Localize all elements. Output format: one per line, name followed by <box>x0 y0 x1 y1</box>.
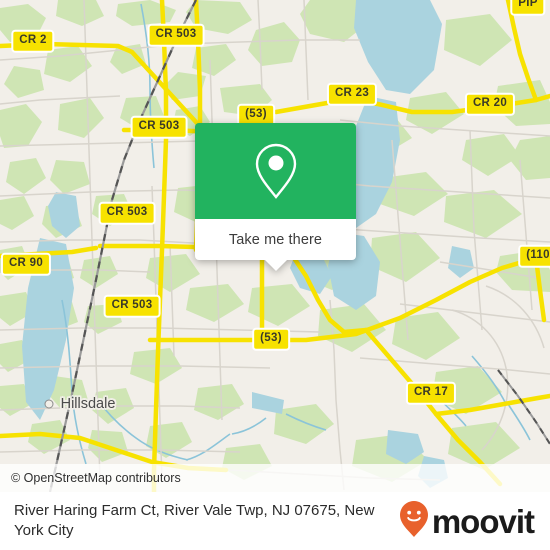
road-shield: CR 503 <box>103 294 161 318</box>
place-label-hillsdale: Hillsdale <box>60 396 116 412</box>
road-shield: CR 503 <box>98 201 156 225</box>
attribution-text[interactable]: © OpenStreetMap contributors <box>0 471 181 485</box>
destination-popup[interactable]: Take me there <box>195 123 356 271</box>
address-text: River Haring Farm Ct, River Vale Twp, NJ… <box>14 502 375 539</box>
map-viewport[interactable]: CR 2 CR 503 CR 23 CR 20 PIP (53) CR 503 … <box>0 0 550 492</box>
moovit-smiley-pin-icon <box>399 500 429 543</box>
popup-action-row[interactable]: Take me there <box>195 219 356 271</box>
road-shield: CR 23 <box>326 82 378 106</box>
map-screenshot: CR 2 CR 503 CR 23 CR 20 PIP (53) CR 503 … <box>0 0 550 550</box>
road-shield: CR 503 <box>147 23 205 47</box>
road-shield: CR 2 <box>11 29 55 53</box>
road-shield: CR 17 <box>405 381 457 405</box>
popup-tail <box>264 260 287 271</box>
place-marker-dot <box>44 399 54 409</box>
footer-bar: River Haring Farm Ct, River Vale Twp, NJ… <box>0 492 550 550</box>
road-shield: PIP <box>510 0 546 16</box>
map-pin-icon <box>253 141 299 201</box>
road-shield: (110 <box>518 244 550 268</box>
road-shield: CR 90 <box>0 252 52 276</box>
road-shield: CR 20 <box>464 92 516 116</box>
attribution-bar: © OpenStreetMap contributors <box>0 464 550 492</box>
take-me-there-button[interactable]: Take me there <box>229 232 322 248</box>
popup-header <box>195 123 356 219</box>
road-shield: (53) <box>252 327 290 351</box>
moovit-wordmark: moovit <box>431 502 535 540</box>
road-shield: CR 503 <box>130 115 188 139</box>
moovit-logo[interactable]: moovit <box>399 500 538 543</box>
